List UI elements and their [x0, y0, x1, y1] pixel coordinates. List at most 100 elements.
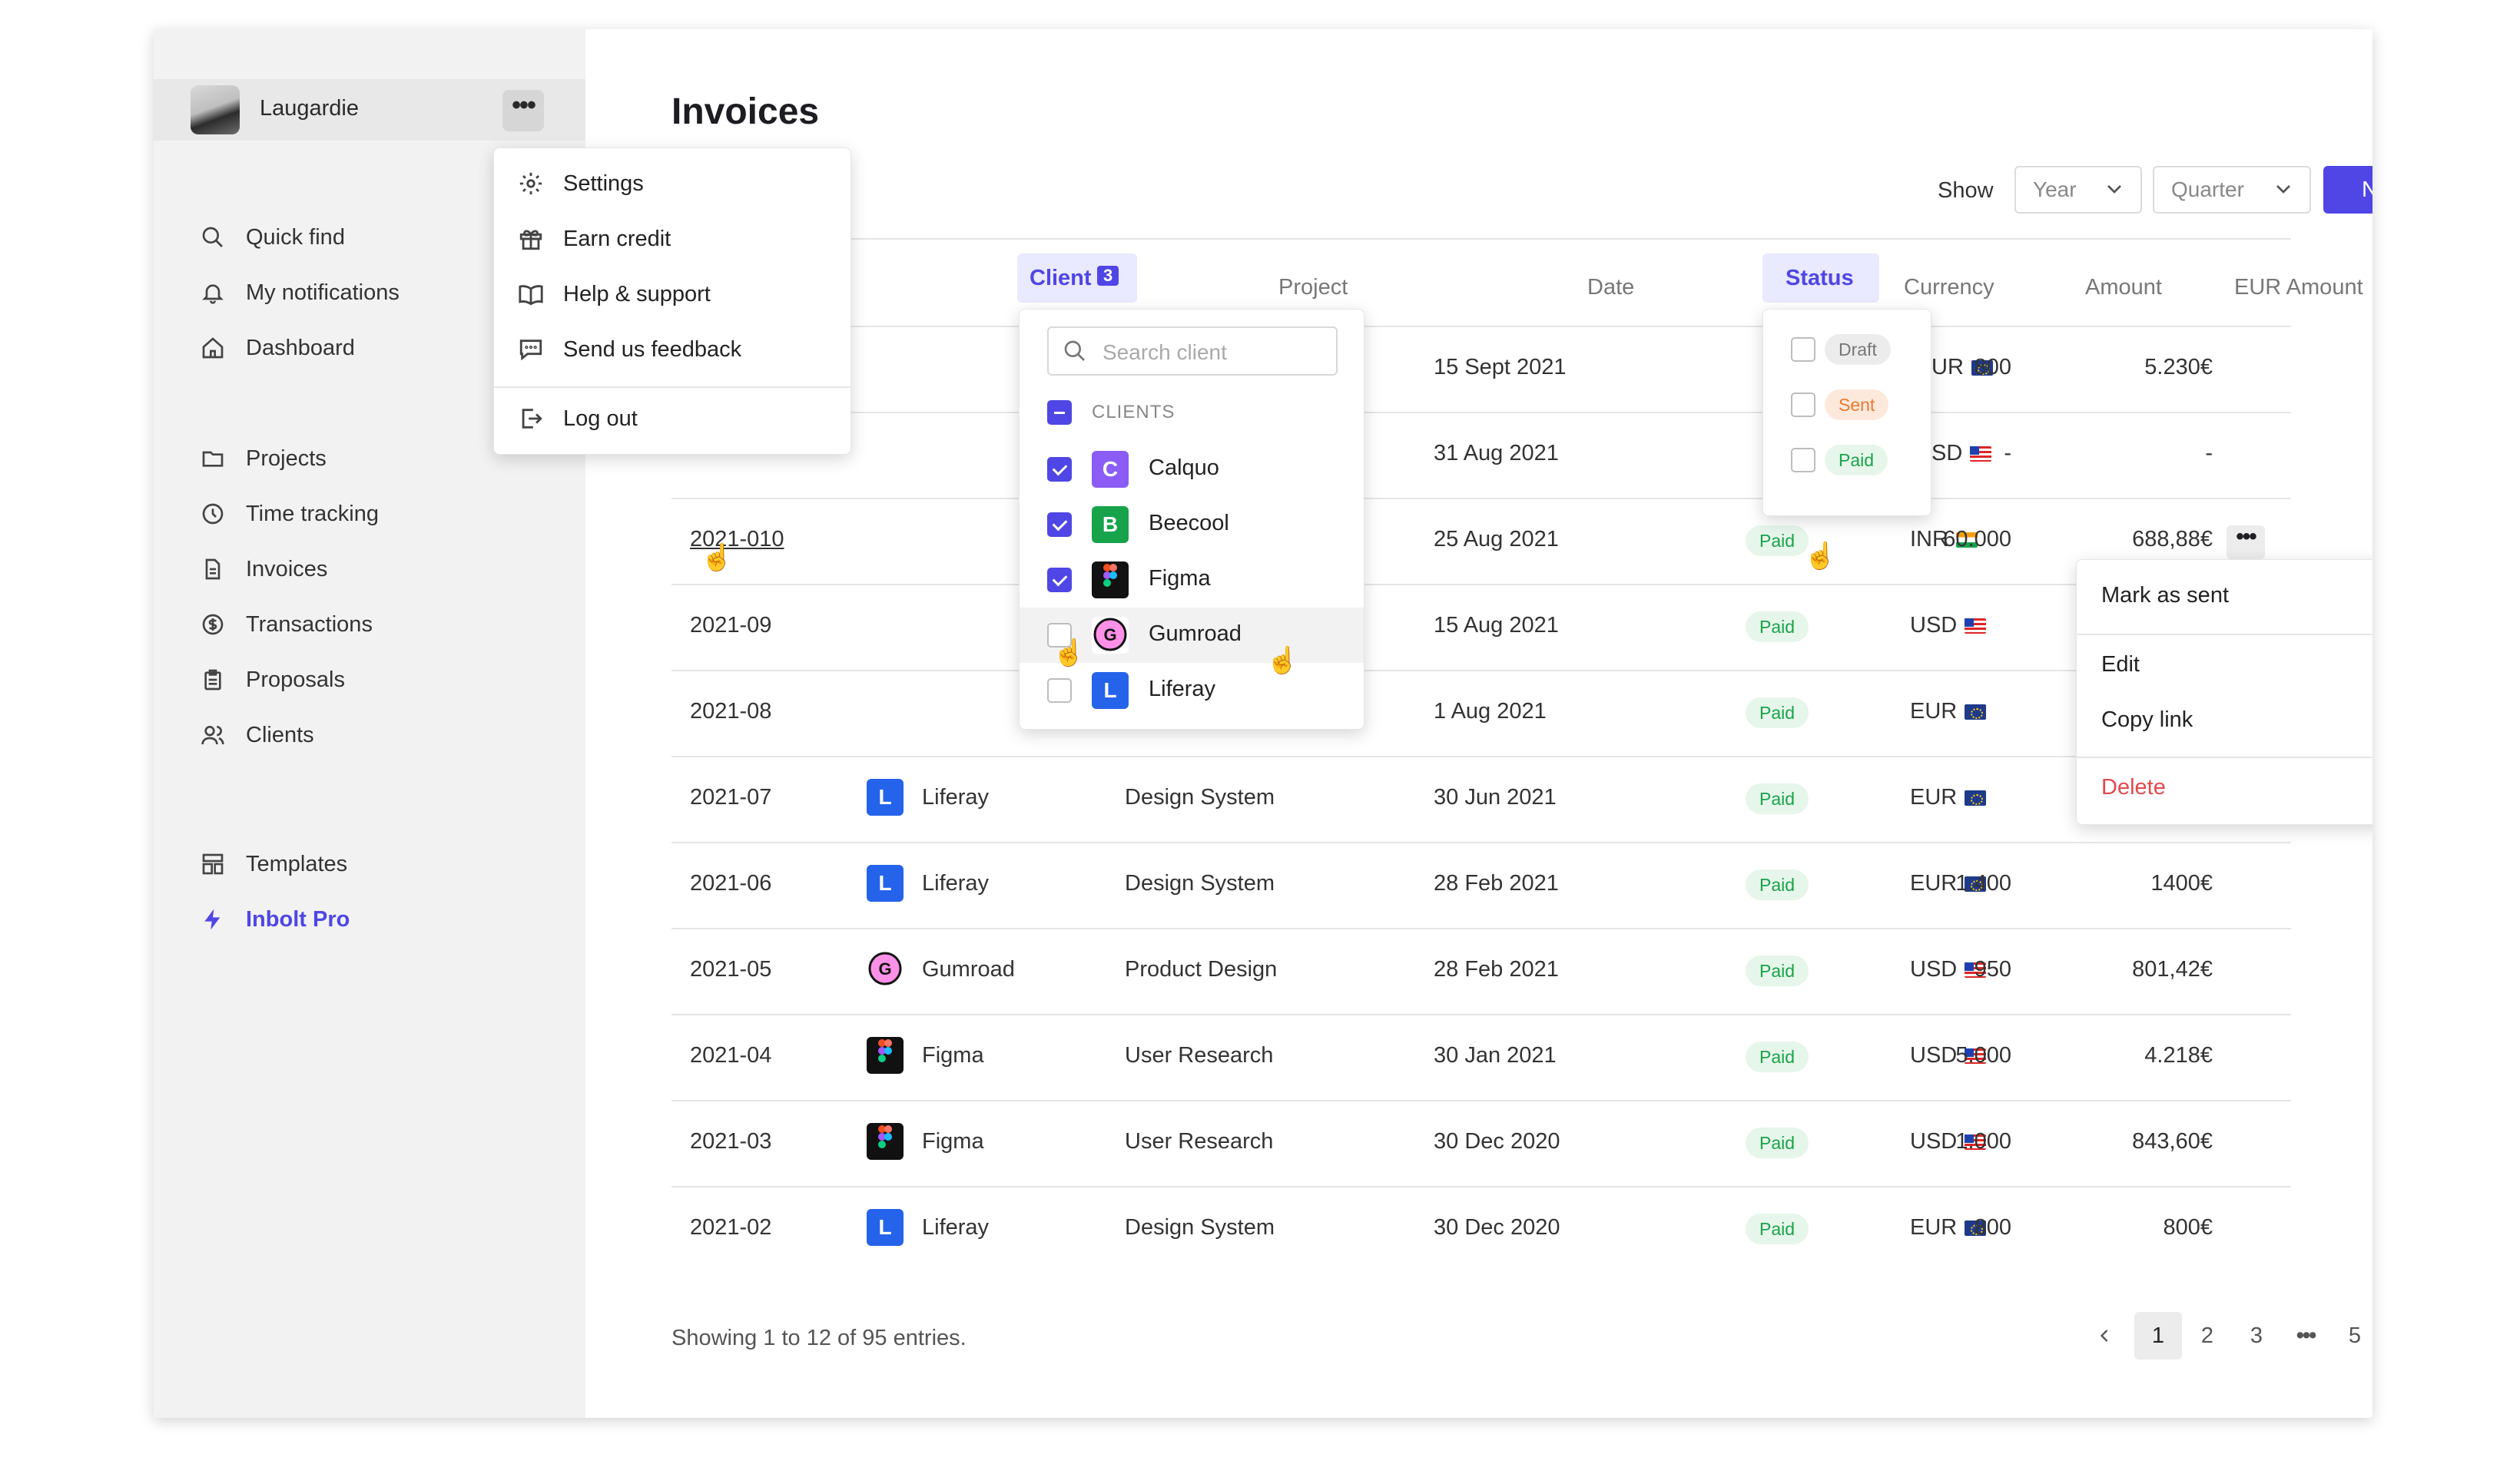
currency-cell: EUR: [1910, 785, 1987, 810]
sidebar-item-dashboard[interactable]: Dashboard: [200, 329, 355, 367]
table-row[interactable]: 2021-07 L Liferay Design System 30 Jun 2021 P…: [671, 756, 2291, 842]
menu-item-settings[interactable]: Settings: [517, 170, 644, 197]
prev-page-button[interactable]: [2081, 1312, 2128, 1360]
table-row[interactable]: 2021-04 Figma User Research 30 Jan 2021 Paid…: [671, 1014, 2291, 1100]
document-icon: [200, 556, 226, 582]
table-row[interactable]: 2021-02 L Liferay Design System 30 Dec 2020 P…: [671, 1186, 2291, 1272]
sidebar-item-invoices[interactable]: Invoices: [200, 550, 327, 588]
invoice-id[interactable]: 2021-05: [690, 957, 771, 982]
sidebar-item-notifications[interactable]: My notifications: [200, 273, 400, 312]
currency-column-header[interactable]: Currency: [1904, 275, 1994, 300]
client-search-input[interactable]: Search client: [1047, 326, 1338, 376]
user-switcher[interactable]: Laugardie •••: [154, 79, 585, 141]
invoice-id[interactable]: 2021-09: [690, 613, 771, 638]
client-name: Gumroad: [922, 957, 1015, 982]
status-checkbox[interactable]: [1791, 448, 1815, 472]
status-pill: Sent: [1825, 389, 1889, 420]
amount-column-header[interactable]: Amount: [2085, 275, 2162, 300]
invoice-id[interactable]: 2021-08: [690, 699, 771, 724]
sidebar-item-inbolt-pro[interactable]: Inbolt Pro: [200, 900, 350, 939]
user-menu-button[interactable]: •••: [502, 90, 544, 131]
clock-icon: [200, 501, 226, 527]
date-column-header[interactable]: Date: [1587, 275, 1634, 300]
invoice-id[interactable]: 2021-07: [690, 785, 771, 810]
currency-cell: USD: [1910, 613, 1987, 638]
sidebar-item-time-tracking[interactable]: Time tracking: [200, 495, 379, 533]
table-row[interactable]: 2021-09Design15 Aug 2021PaidUSD: [671, 584, 2291, 670]
page-button-2[interactable]: 2: [2183, 1312, 2231, 1360]
page-button-3[interactable]: 3: [2233, 1312, 2280, 1360]
sidebar-item-quick-find[interactable]: Quick find: [200, 218, 345, 257]
client-column-header[interactable]: Client 3: [1017, 253, 1137, 303]
delete-item[interactable]: Delete: [2101, 775, 2166, 800]
project-name: Design System: [1125, 871, 1275, 896]
invoice-date: 31 Aug 2021: [1434, 441, 1559, 465]
copy-link-item[interactable]: Copy link: [2101, 707, 2193, 733]
row-more-button[interactable]: •••: [2227, 525, 2265, 559]
table-row[interactable]: 2021-03 Figma User Research 30 Dec 2020 Paid…: [671, 1100, 2291, 1186]
menu-item-help-support[interactable]: Help & support: [517, 280, 711, 308]
client-search-placeholder: Search client: [1102, 340, 1227, 364]
invoice-id[interactable]: 2021-02: [690, 1215, 771, 1240]
select-all-clients-checkbox[interactable]: [1047, 400, 1072, 425]
invoice-id[interactable]: 2021-03: [690, 1129, 771, 1154]
client-checkbox[interactable]: [1047, 568, 1072, 592]
hand-cursor-icon: ☝: [1266, 646, 1299, 675]
client-option-beecool[interactable]: B Beecool: [1020, 497, 1364, 552]
eur-amount-column-header[interactable]: EUR Amount: [2234, 275, 2363, 300]
menu-item-earn-credit[interactable]: Earn credit: [517, 225, 671, 253]
project-name: User Research: [1125, 1043, 1274, 1068]
client-option-calquo[interactable]: C Calquo: [1020, 442, 1364, 497]
status-option-paid[interactable]: Paid: [1763, 437, 1931, 483]
edit-item[interactable]: Edit: [2101, 652, 2140, 677]
client-name: Liferay: [922, 785, 990, 810]
client-logo: [867, 1123, 904, 1160]
client-checkbox[interactable]: [1047, 512, 1072, 537]
table-row[interactable]: Frontend15 Sept 2021UR8005.230€: [671, 326, 2291, 412]
client-option-liferay[interactable]: L Liferay: [1020, 663, 1364, 718]
svg-text:G: G: [878, 959, 891, 979]
client-logo: G: [867, 951, 904, 988]
invoice-date: 28 Feb 2021: [1434, 871, 1559, 896]
table-row[interactable]: 2021-08ng1 Aug 2021PaidEUR: [671, 670, 2291, 756]
sidebar-item-proposals[interactable]: Proposals: [200, 661, 345, 699]
project-name: Product Design: [1125, 957, 1278, 982]
status-checkbox[interactable]: [1791, 337, 1815, 362]
client-checkbox[interactable]: [1047, 457, 1072, 482]
amount-cell: 5.000: [1955, 1043, 2011, 1068]
sidebar-item-projects[interactable]: Projects: [200, 439, 327, 478]
quarter-select[interactable]: Quarter: [2153, 166, 2311, 214]
sidebar-item-clients[interactable]: Clients: [200, 716, 314, 754]
status-badge: Paid: [1746, 611, 1809, 642]
client-filter-count-badge: 3: [1097, 266, 1119, 286]
client-option-figma[interactable]: Figma: [1020, 552, 1364, 608]
invoice-date: 30 Dec 2020: [1434, 1215, 1560, 1240]
status-option-draft[interactable]: Draft: [1763, 326, 1931, 373]
client-logo: C: [1092, 451, 1129, 488]
mark-as-sent-item[interactable]: Mark as sent: [2101, 583, 2229, 608]
status-checkbox[interactable]: [1791, 392, 1815, 417]
page-button-1[interactable]: 1: [2134, 1312, 2182, 1360]
menu-item-log-out[interactable]: Log out: [517, 405, 638, 432]
table-row[interactable]: Design31 Aug 2021SD--: [671, 412, 2291, 498]
client-option-label: Liferay: [1149, 677, 1216, 701]
table-row[interactable]: 2021-06 L Liferay Design System 28 Feb 2021 P…: [671, 842, 2291, 928]
page-button-5[interactable]: 5: [2331, 1312, 2372, 1360]
sidebar-item-templates[interactable]: Templates: [200, 845, 347, 883]
status-option-sent[interactable]: Sent: [1763, 382, 1931, 428]
invoice-date: 25 Aug 2021: [1434, 527, 1559, 551]
invoice-id[interactable]: 2021-04: [690, 1043, 771, 1068]
year-select[interactable]: Year: [2014, 166, 2142, 214]
hand-cursor-icon: ☝: [1053, 638, 1086, 667]
sidebar-item-transactions[interactable]: Transactions: [200, 605, 373, 644]
dollar-icon: [200, 611, 226, 638]
avatar: [191, 85, 240, 134]
new-invoice-button[interactable]: New: [2323, 166, 2372, 214]
invoice-id[interactable]: 2021-06: [690, 871, 771, 896]
table-row[interactable]: 2021-010sign25 Aug 2021PaidINR60.000688,…: [671, 498, 2291, 584]
menu-item-feedback[interactable]: Send us feedback: [517, 336, 741, 363]
status-column-header[interactable]: Status: [1762, 253, 1879, 303]
table-row[interactable]: 2021-05 G Gumroad Product Design 28 Feb 2021…: [671, 928, 2291, 1014]
client-checkbox[interactable]: [1047, 678, 1072, 703]
project-column-header[interactable]: Project: [1278, 275, 1348, 300]
